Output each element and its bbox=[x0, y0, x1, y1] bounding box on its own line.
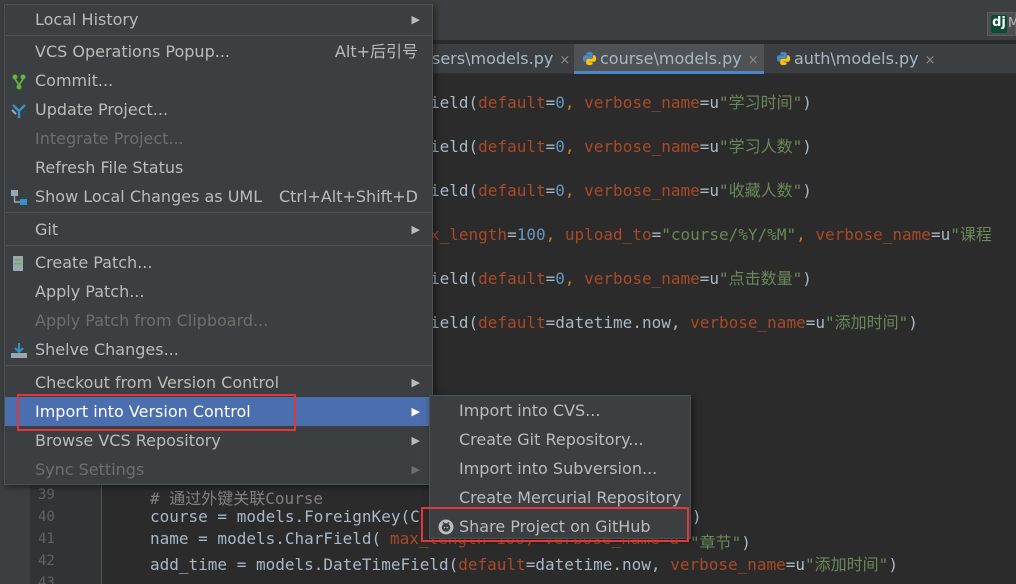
menu-item-label: Sync Settings bbox=[35, 460, 145, 479]
code-line[interactable]: ield(default=0, verbose_name=u"学习时间") bbox=[430, 89, 812, 113]
menu-item-git[interactable]: Git ▶ bbox=[5, 215, 432, 244]
menu-item-label: Show Local Changes as UML bbox=[35, 187, 263, 206]
submenu-arrow-icon: ▶ bbox=[411, 223, 420, 236]
django-icon: dj bbox=[991, 15, 1007, 33]
import-submenu: Import into CVS... Create Git Repository… bbox=[429, 395, 691, 539]
menu-item-local-history[interactable]: Local History ▶ bbox=[5, 5, 432, 34]
menu-item-shelve-changes[interactable]: Shelve Changes... bbox=[5, 335, 432, 364]
code-line[interactable]: name = models.CharField( bbox=[150, 529, 381, 548]
code-line[interactable]: ield(default=datetime.now, verbose_name=… bbox=[430, 309, 918, 333]
submenu-item-create-mercurial-repository[interactable]: Create Mercurial Repository bbox=[430, 483, 690, 512]
menu-item-create-patch[interactable]: Create Patch... bbox=[5, 248, 432, 277]
patch-icon bbox=[13, 256, 23, 271]
line-number: 42 bbox=[38, 553, 55, 569]
submenu-arrow-icon: ▶ bbox=[411, 434, 420, 447]
menu-item-sync-settings: Sync Settings ▶ bbox=[5, 455, 432, 484]
editor-tab-bar: sers\models.py × course\models.py × auth\m… bbox=[432, 44, 1016, 74]
menu-item-label: Share Project on GitHub bbox=[459, 517, 651, 536]
menu-item-integrate-project: Integrate Project... bbox=[5, 124, 432, 153]
line-number: 40 bbox=[38, 509, 55, 525]
menu-item-label: VCS Operations Popup... bbox=[35, 42, 230, 61]
submenu-item-create-git-repository[interactable]: Create Git Repository... bbox=[430, 425, 690, 454]
code-line-tail[interactable]: "章节") bbox=[690, 529, 751, 553]
close-icon[interactable]: × bbox=[748, 53, 759, 68]
submenu-arrow-icon: ▶ bbox=[411, 463, 420, 476]
uml-icon bbox=[11, 190, 27, 205]
menu-item-label: Browse VCS Repository bbox=[35, 431, 221, 450]
submenu-item-import-into-subversion[interactable]: Import into Subversion... bbox=[430, 454, 690, 483]
code-line[interactable]: ield(default=0, verbose_name=u"点击数量") bbox=[430, 265, 812, 289]
line-number: 39 bbox=[38, 487, 55, 503]
menu-item-label: Shelve Changes... bbox=[35, 340, 179, 359]
project-badge[interactable]: dj M bbox=[987, 12, 1016, 36]
menu-item-label: Checkout from Version Control bbox=[35, 373, 280, 392]
menu-item-label: Create Git Repository... bbox=[459, 430, 644, 449]
menu-item-label: Import into Subversion... bbox=[459, 459, 658, 478]
submenu-arrow-icon: ▶ bbox=[411, 13, 420, 26]
menu-item-label: Commit... bbox=[35, 71, 114, 90]
tab-users-models[interactable]: sers\models.py × bbox=[432, 44, 572, 74]
code-line-tail[interactable]: ) bbox=[692, 507, 702, 526]
menu-item-refresh-file-status[interactable]: Refresh File Status bbox=[5, 153, 432, 182]
menu-item-shortcut: Ctrl+Alt+Shift+D bbox=[278, 187, 418, 206]
code-line[interactable]: x_length=100, upload_to="course/%Y/%M", … bbox=[430, 221, 992, 245]
update-icon bbox=[11, 104, 26, 118]
menu-item-update-project[interactable]: Update Project... bbox=[5, 95, 432, 124]
menu-item-browse-vcs-repository[interactable]: Browse VCS Repository ▶ bbox=[5, 426, 432, 455]
line-number: 43 bbox=[38, 575, 55, 584]
tab-auth-models[interactable]: auth\models.py × bbox=[768, 44, 948, 74]
shelve-icon bbox=[11, 343, 27, 358]
menu-item-label: Apply Patch... bbox=[35, 282, 145, 301]
code-line[interactable]: add_time = models.DateTimeField(default=… bbox=[150, 551, 898, 575]
vcs-context-menu: Local History ▶ VCS Operations Popup... … bbox=[4, 4, 433, 485]
menu-item-label: Apply Patch from Clipboard... bbox=[35, 311, 269, 330]
menu-item-label: Import into Version Control bbox=[35, 402, 251, 421]
close-icon[interactable]: × bbox=[925, 53, 936, 68]
submenu-item-share-on-github[interactable]: Share Project on GitHub bbox=[430, 512, 690, 541]
tab-course-models[interactable]: course\models.py × bbox=[574, 44, 764, 74]
tab-label: course\models.py bbox=[600, 49, 742, 68]
code-line[interactable]: ield(default=0, verbose_name=u"收藏人数") bbox=[430, 177, 812, 201]
menu-item-apply-patch[interactable]: Apply Patch... bbox=[5, 277, 432, 306]
menu-item-label: Create Mercurial Repository bbox=[459, 488, 682, 507]
menu-separator bbox=[6, 245, 433, 246]
menu-item-show-local-changes-uml[interactable]: Show Local Changes as UML Ctrl+Alt+Shift… bbox=[5, 182, 432, 211]
github-icon bbox=[438, 519, 454, 535]
menu-separator bbox=[6, 212, 433, 213]
code-comment[interactable]: # 通过外键关联Course bbox=[150, 485, 323, 509]
menu-separator bbox=[6, 365, 433, 366]
line-number: 41 bbox=[38, 531, 55, 547]
menu-item-label: Update Project... bbox=[35, 100, 169, 119]
submenu-item-import-into-cvs[interactable]: Import into CVS... bbox=[430, 396, 690, 425]
menu-item-label: Refresh File Status bbox=[35, 158, 184, 177]
menu-item-vcs-operations-popup[interactable]: VCS Operations Popup... Alt+后引号 bbox=[5, 37, 432, 66]
menu-item-checkout-from-vcs[interactable]: Checkout from Version Control ▶ bbox=[5, 368, 432, 397]
code-line[interactable]: course = models.ForeignKey(C bbox=[150, 507, 420, 526]
menu-item-label: Local History bbox=[35, 10, 139, 29]
menu-separator bbox=[6, 35, 433, 36]
python-file-icon bbox=[582, 51, 597, 66]
code-line[interactable]: ield(default=0, verbose_name=u"学习人数") bbox=[430, 133, 812, 157]
menu-item-label: Import into CVS... bbox=[459, 401, 601, 420]
menu-item-label: Git bbox=[35, 220, 59, 239]
menu-item-label: Create Patch... bbox=[35, 253, 153, 272]
submenu-arrow-icon: ▶ bbox=[411, 405, 420, 418]
menu-item-apply-patch-clipboard: Apply Patch from Clipboard... bbox=[5, 306, 432, 335]
project-badge-letter: M bbox=[1008, 16, 1016, 31]
menu-item-label: Integrate Project... bbox=[35, 129, 184, 148]
menu-item-shortcut: Alt+后引号 bbox=[334, 42, 418, 61]
close-icon[interactable]: × bbox=[559, 53, 570, 68]
commit-icon bbox=[12, 74, 26, 90]
tab-label: sers\models.py bbox=[432, 49, 554, 68]
tab-label: auth\models.py bbox=[794, 49, 919, 68]
menu-item-commit[interactable]: Commit... bbox=[5, 66, 432, 95]
submenu-arrow-icon: ▶ bbox=[411, 376, 420, 389]
menu-item-import-into-vcs[interactable]: Import into Version Control ▶ bbox=[5, 397, 432, 426]
python-file-icon bbox=[776, 51, 791, 66]
